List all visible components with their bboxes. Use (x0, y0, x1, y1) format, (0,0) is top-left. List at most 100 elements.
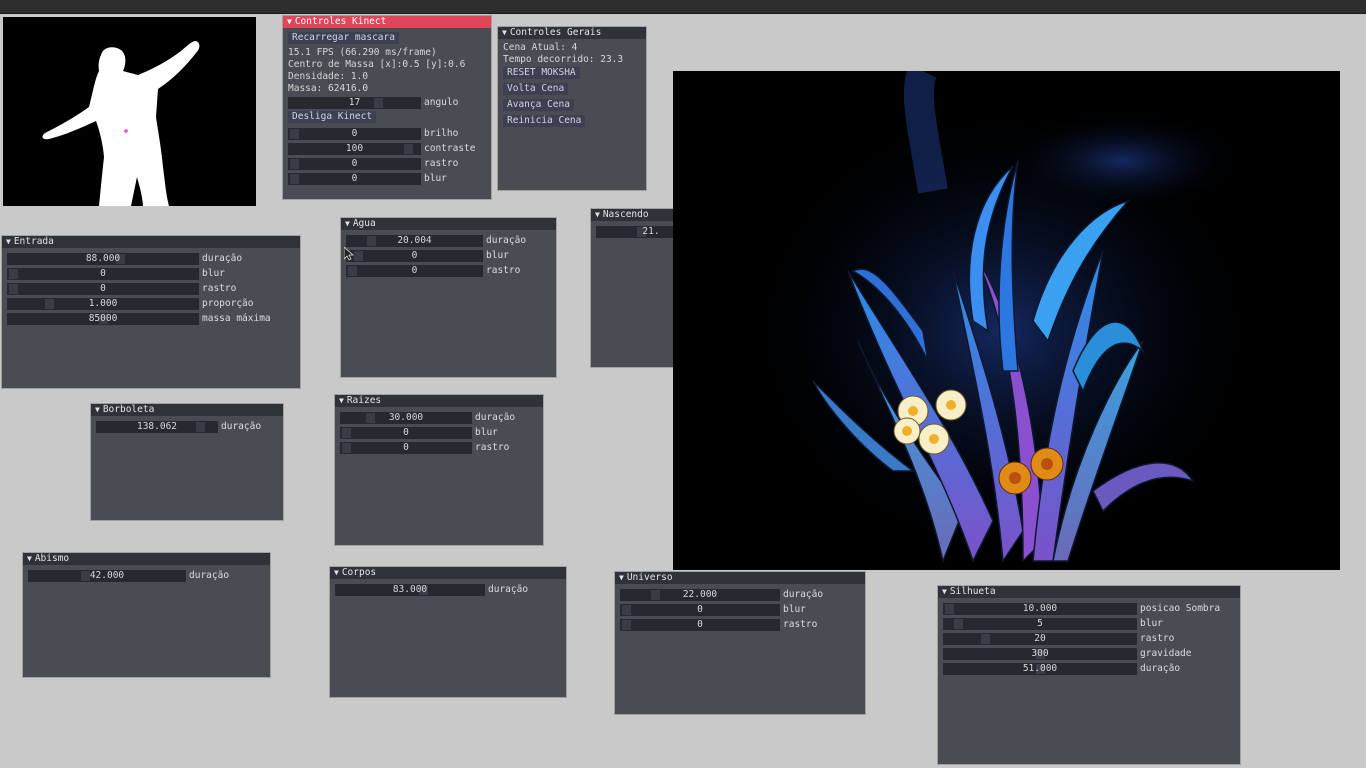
slider[interactable]: 22.000 (620, 588, 780, 601)
previous-scene-button[interactable]: Volta Cena (503, 83, 569, 95)
slider[interactable]: 83.000 (335, 583, 485, 596)
window-title: Controles Kinect (294, 16, 387, 27)
reload-mask-button[interactable]: Recarregar mascara (288, 32, 399, 44)
kinect-controls-titlebar[interactable]: ▼ Controles Kinect (283, 16, 491, 28)
slider[interactable]: 0 (620, 618, 780, 631)
slider-label: duração (486, 235, 527, 246)
slider[interactable]: 88.000 (7, 252, 199, 265)
collapse-arrow-icon[interactable]: ▼ (95, 404, 100, 416)
slider-value: 0 (100, 267, 106, 279)
slider-row: 5 blur (943, 616, 1235, 631)
disable-kinect-button[interactable]: Desliga Kinect (288, 111, 377, 123)
nascendo-titlebar[interactable]: ▼ Nascendo (591, 209, 673, 221)
universo-titlebar[interactable]: ▼ Universo (615, 572, 865, 584)
slider-label: duração (202, 253, 243, 264)
slider-row: 17 angulo (288, 95, 486, 110)
slider[interactable]: 0 (7, 282, 199, 295)
angle-slider[interactable]: 17 (288, 96, 421, 109)
slider-row: 0 blur (288, 171, 486, 186)
slider-label: rastro (202, 283, 237, 294)
raizes-sliders: 30.000 duração 0 blur 0 rastro (340, 410, 538, 455)
agua-sliders: 20.004 duração 0 blur 0 rastro (346, 233, 551, 278)
corpos-titlebar[interactable]: ▼ Corpos (330, 567, 566, 579)
slider[interactable]: 0 (288, 172, 421, 185)
slider[interactable]: 300 (943, 647, 1137, 660)
slider[interactable]: 0 (288, 127, 421, 140)
general-controls-window: ▼ Controles Gerais Cena Atual: 4 Tempo de… (498, 27, 646, 190)
slider-value: 88.000 (85, 252, 121, 264)
slider-label: duração (221, 421, 262, 432)
slider-value: 0 (351, 172, 358, 184)
slider-row: 22.000 duração (620, 587, 860, 602)
borboleta-titlebar[interactable]: ▼ Borboleta (91, 404, 283, 416)
slider-value: 0 (403, 426, 409, 438)
silhueta-window: ▼ Silhueta 10.000 posicao Sombra 5 blur 20 ras… (938, 586, 1240, 764)
nascendo-sliders: 21. (596, 224, 673, 239)
scene-preview-canvas (673, 71, 1340, 570)
slider[interactable]: 20.004 (346, 234, 483, 247)
window-title: Borboleta (102, 404, 155, 415)
slider-label: blur (1140, 618, 1163, 629)
slider[interactable]: 0 (346, 249, 483, 262)
slider-value: 5 (1037, 617, 1043, 629)
slider[interactable]: 1.000 (7, 297, 199, 310)
slider-row: 21. (596, 224, 673, 239)
collapse-arrow-icon[interactable]: ▼ (6, 236, 11, 248)
corpos-window: ▼ Corpos 83.000 duração (330, 567, 566, 697)
slider-label: proporção (202, 298, 254, 309)
window-top-bar (0, 0, 1366, 14)
slider-row: 1.000 proporção (7, 296, 295, 311)
slider-value: 83.000 (392, 583, 428, 595)
agua-titlebar[interactable]: ▼ Água (341, 218, 556, 230)
slider-label: duração (488, 584, 529, 595)
next-scene-button[interactable]: Avança Cena (503, 99, 574, 111)
slider-value: 10.000 (1022, 602, 1058, 614)
slider[interactable]: 0 (620, 603, 780, 616)
reset-moksha-button[interactable]: RESET MOKSHA (503, 67, 580, 79)
slider[interactable]: 85000 (7, 312, 199, 325)
silhueta-sliders: 10.000 posicao Sombra 5 blur 20 rastro 300 grav… (943, 601, 1235, 676)
slider[interactable]: 0 (340, 441, 472, 454)
slider[interactable]: 5 (943, 617, 1137, 630)
slider[interactable]: 0 (7, 267, 199, 280)
raizes-titlebar[interactable]: ▼ Raizes (335, 395, 543, 407)
slider[interactable]: 100 (288, 142, 421, 155)
slider-label: blur (202, 268, 225, 279)
slider-value: 300 (1031, 647, 1049, 659)
slider-label: rastro (475, 442, 510, 453)
slider-row: 0 rastro (288, 156, 486, 171)
abismo-titlebar[interactable]: ▼ Abismo (23, 553, 270, 565)
collapse-arrow-icon[interactable]: ▼ (334, 567, 339, 579)
general-controls-titlebar[interactable]: ▼ Controles Gerais (498, 27, 646, 39)
slider[interactable]: 30.000 (340, 411, 472, 424)
collapse-arrow-icon[interactable]: ▼ (595, 209, 600, 221)
slider[interactable]: 138.062 (96, 420, 218, 433)
slider[interactable]: 42.000 (28, 569, 186, 582)
slider[interactable]: 51.000 (943, 662, 1137, 675)
slider[interactable]: 0 (288, 157, 421, 170)
silhueta-titlebar[interactable]: ▼ Silhueta (938, 586, 1240, 598)
slider-label: duração (1140, 663, 1181, 674)
collapse-arrow-icon[interactable]: ▼ (345, 218, 350, 230)
collapse-arrow-icon[interactable]: ▼ (339, 395, 344, 407)
slider-label: duração (475, 412, 516, 423)
slider-row: 20 rastro (943, 631, 1235, 646)
collapse-arrow-icon[interactable]: ▼ (942, 586, 947, 598)
slider[interactable]: 21. (596, 225, 673, 238)
slider-label: blur (475, 427, 498, 438)
slider[interactable]: 0 (340, 426, 472, 439)
slider[interactable]: 10.000 (943, 602, 1137, 615)
collapse-arrow-icon[interactable]: ▼ (287, 16, 292, 28)
slider-label: massa máxima (202, 313, 271, 324)
slider-row: 20.004 duração (346, 233, 551, 248)
restart-scene-button[interactable]: Reinicia Cena (503, 115, 586, 127)
entrada-titlebar[interactable]: ▼ Entrada (2, 236, 300, 248)
collapse-arrow-icon[interactable]: ▼ (619, 572, 624, 584)
slider[interactable]: 0 (346, 264, 483, 277)
slider[interactable]: 20 (943, 632, 1137, 645)
universo-window: ▼ Universo 22.000 duração 0 blur 0 rastro (615, 572, 865, 714)
window-title: Corpos (341, 567, 377, 578)
collapse-arrow-icon[interactable]: ▼ (27, 553, 32, 565)
collapse-arrow-icon[interactable]: ▼ (502, 27, 507, 39)
current-scene-text: Cena Atual: 4 (503, 42, 578, 53)
